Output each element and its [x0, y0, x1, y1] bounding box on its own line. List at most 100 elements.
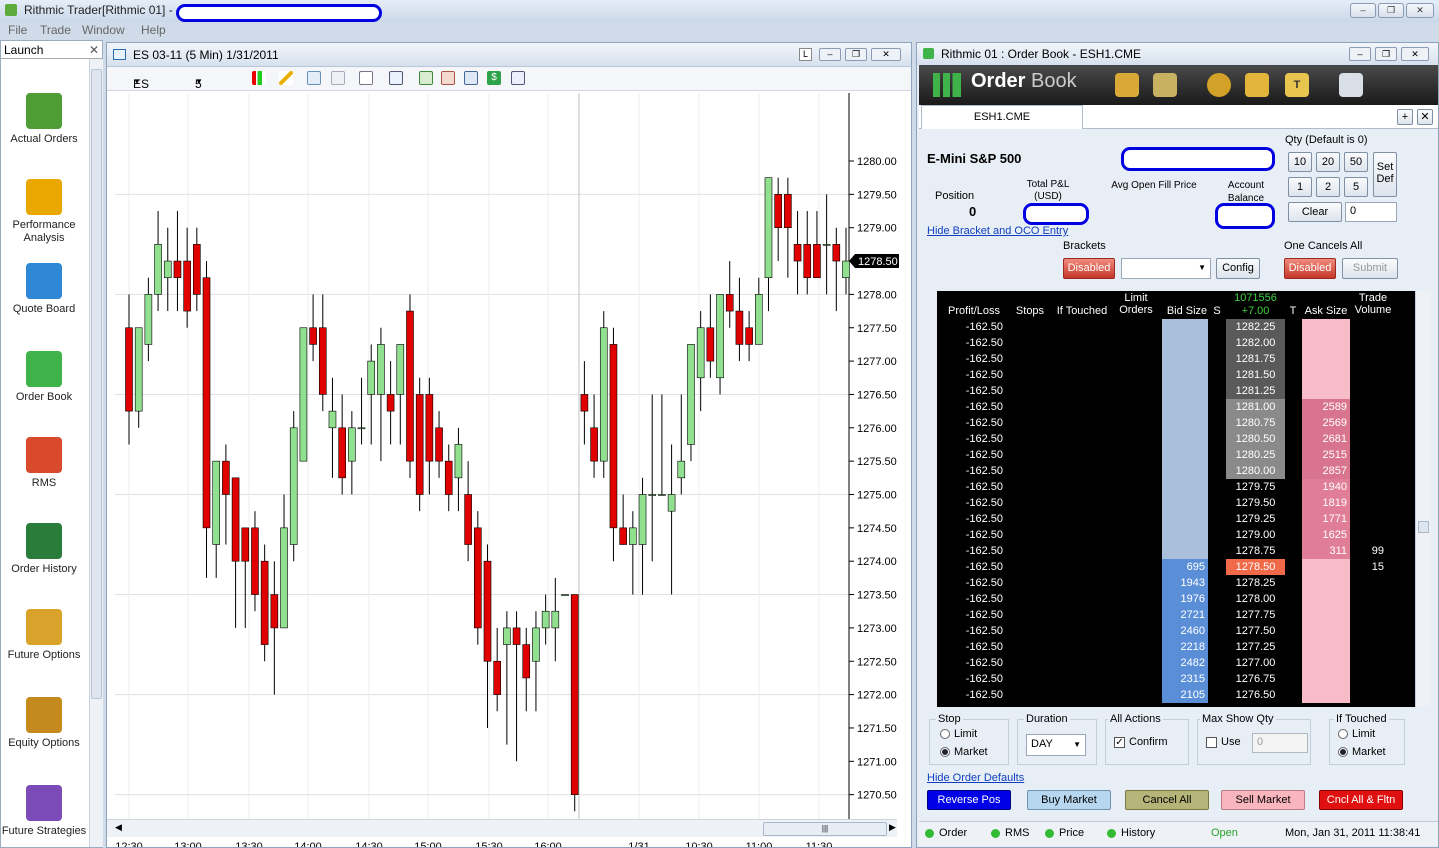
settings-gear-icon[interactable] [1207, 73, 1231, 97]
ask-size-cell[interactable] [1302, 319, 1350, 335]
ladder-row[interactable]: -162.50 2482 1277.00 [937, 655, 1415, 671]
menu-file[interactable]: File [8, 23, 27, 37]
ask-size-cell[interactable] [1302, 559, 1350, 575]
tab-esh1[interactable]: ESH1.CME [921, 105, 1083, 129]
ladder-row[interactable]: -162.50 1280.75 2569 [937, 415, 1415, 431]
ladder-scrollbar[interactable] [1415, 291, 1431, 707]
ask-size-cell[interactable] [1302, 639, 1350, 655]
price-ladder[interactable]: Profit/Loss Stops If Touched Limit Order… [937, 291, 1415, 707]
ask-size-cell[interactable] [1302, 383, 1350, 399]
ladder-row[interactable]: -162.50 1280.00 2857 [937, 463, 1415, 479]
ask-size-cell[interactable]: 1940 [1302, 479, 1350, 495]
ask-size-cell[interactable]: 2589 [1302, 399, 1350, 415]
ladder-row[interactable]: -162.50 1281.25 [937, 383, 1415, 399]
price-cell[interactable]: 1278.25 [1226, 575, 1285, 591]
chart-properties-icon[interactable] [464, 71, 478, 85]
qty-50-button[interactable]: 50 [1344, 152, 1368, 172]
buy-market-button[interactable]: Buy Market [1027, 790, 1111, 810]
ladder-scroll-thumb[interactable] [1418, 521, 1429, 533]
price-cell[interactable]: 1281.75 [1226, 351, 1285, 367]
ladder-row[interactable]: -162.50 695 1278.50 15 [937, 559, 1415, 575]
ask-size-cell[interactable] [1302, 367, 1350, 383]
launch-item[interactable]: Performance Analysis [1, 179, 87, 245]
ask-size-cell[interactable] [1302, 655, 1350, 671]
chart-minimize-button[interactable]: – [819, 48, 841, 61]
ask-size-cell[interactable]: 1771 [1302, 511, 1350, 527]
window-layout-icon[interactable] [511, 71, 525, 85]
clipboard-icon[interactable] [1339, 73, 1363, 97]
pointer-icon[interactable] [359, 71, 373, 85]
ask-size-cell[interactable] [1302, 671, 1350, 687]
launch-item[interactable]: Order Book [1, 351, 87, 404]
pencil-icon[interactable] [279, 71, 293, 85]
tools-icon[interactable] [1153, 73, 1177, 97]
remove-indicator-icon[interactable] [331, 71, 345, 85]
menu-trade[interactable]: Trade [40, 23, 71, 37]
launch-item[interactable]: Order History [1, 523, 87, 576]
candlestick-style-icon[interactable] [252, 71, 266, 85]
bars-icon[interactable] [441, 71, 455, 85]
zoom-icon[interactable] [389, 71, 403, 85]
menu-help[interactable]: Help [141, 23, 166, 37]
price-cell[interactable]: 1279.25 [1226, 511, 1285, 527]
ladder-row[interactable]: -162.50 2721 1277.75 [937, 607, 1415, 623]
ladder-row[interactable]: -162.50 2218 1277.25 [937, 639, 1415, 655]
hide-order-defaults-link[interactable]: Hide Order Defaults [927, 772, 1024, 784]
ladder-row[interactable]: -162.50 1279.00 1625 [937, 527, 1415, 543]
bid-size-cell[interactable] [1162, 351, 1208, 367]
price-cell[interactable]: 1282.00 [1226, 335, 1285, 351]
app-minimize-button[interactable]: – [1350, 3, 1376, 18]
bid-size-cell[interactable]: 2218 [1162, 639, 1208, 655]
bracket-template-select[interactable]: ▼ [1121, 258, 1211, 279]
launch-item[interactable]: Future Strategies [1, 785, 87, 838]
price-cell[interactable]: 1276.75 [1226, 671, 1285, 687]
launch-item[interactable]: Quote Board [1, 263, 87, 316]
stop-market-radio[interactable]: Market [940, 746, 988, 758]
ladder-row[interactable]: -162.50 1281.00 2589 [937, 399, 1415, 415]
price-cell[interactable]: 1277.75 [1226, 607, 1285, 623]
ask-size-cell[interactable] [1302, 623, 1350, 639]
bid-size-cell[interactable] [1162, 527, 1208, 543]
price-cell[interactable]: 1280.50 [1226, 431, 1285, 447]
ask-size-cell[interactable]: 2857 [1302, 463, 1350, 479]
launch-item[interactable]: Actual Orders [1, 93, 87, 146]
bid-size-cell[interactable]: 2315 [1162, 671, 1208, 687]
price-cell[interactable]: 1281.00 [1226, 399, 1285, 415]
ask-size-cell[interactable]: 1625 [1302, 527, 1350, 543]
add-indicator-icon[interactable] [307, 71, 321, 85]
price-cell[interactable]: 1278.50 [1226, 559, 1285, 575]
ladder-row[interactable]: -162.50 1976 1278.00 [937, 591, 1415, 607]
ladder-row[interactable]: -162.50 1281.50 [937, 367, 1415, 383]
app-close-button[interactable]: ✕ [1406, 3, 1434, 18]
it-limit-radio[interactable]: Limit [1338, 728, 1375, 740]
price-cell[interactable]: 1277.00 [1226, 655, 1285, 671]
reverse-position-button[interactable]: Reverse Pos [927, 790, 1011, 810]
bid-size-cell[interactable] [1162, 447, 1208, 463]
qty-1-button[interactable]: 1 [1288, 177, 1312, 197]
brackets-disabled-button[interactable]: Disabled [1063, 258, 1115, 279]
duration-select[interactable]: DAY ▼ [1026, 734, 1086, 756]
hide-bracket-link[interactable]: Hide Bracket and OCO Entry [927, 225, 1068, 237]
ask-size-cell[interactable]: 2681 [1302, 431, 1350, 447]
ladder-row[interactable]: -162.50 1279.25 1771 [937, 511, 1415, 527]
menu-window[interactable]: Window [82, 23, 125, 37]
bid-size-cell[interactable]: 2721 [1162, 607, 1208, 623]
chart-hscroll[interactable]: ◀ ||| ▶ [107, 819, 897, 837]
set-default-button[interactable]: Set Def [1373, 152, 1397, 197]
stop-limit-radio[interactable]: Limit [940, 728, 977, 740]
bid-size-cell[interactable] [1162, 319, 1208, 335]
bid-size-cell[interactable] [1162, 463, 1208, 479]
price-cell[interactable]: 1279.75 [1226, 479, 1285, 495]
use-max-show-checkbox[interactable]: Use [1206, 736, 1241, 748]
qty-5-button[interactable]: 5 [1344, 177, 1368, 197]
ladder-row[interactable]: -162.50 1280.25 2515 [937, 447, 1415, 463]
ask-size-cell[interactable] [1302, 575, 1350, 591]
ladder-row[interactable]: -162.50 2315 1276.75 [937, 671, 1415, 687]
bid-size-cell[interactable]: 2482 [1162, 655, 1208, 671]
bid-size-cell[interactable] [1162, 479, 1208, 495]
bid-size-cell[interactable] [1162, 431, 1208, 447]
price-cell[interactable]: 1280.25 [1226, 447, 1285, 463]
text-template-icon[interactable]: T [1285, 73, 1309, 97]
launch-item[interactable]: RMS [1, 437, 87, 490]
chart-l-button[interactable]: L [799, 48, 812, 61]
